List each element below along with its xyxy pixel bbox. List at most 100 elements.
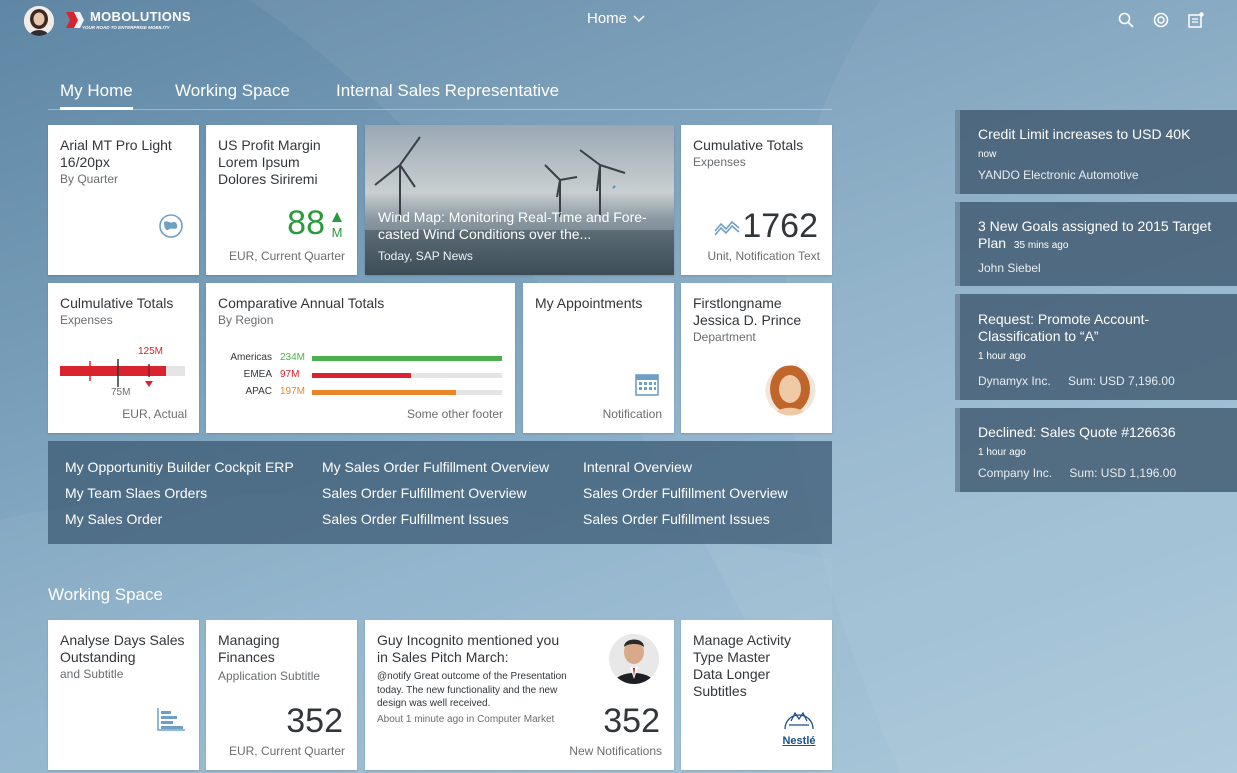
notification-from: Company Inc. [978,466,1053,480]
tile-wind-map-news[interactable]: Wind Map: Monitoring Real-Time and Fore-… [365,125,674,275]
notification-time: 1 hour ago [978,351,1026,362]
tile-footer: EUR, Actual [122,407,187,421]
kpi-unit: M [331,225,343,240]
comparison-track [312,373,502,378]
kpi-value: 352 [603,702,660,740]
bullet-actual-label: 75M [111,387,131,398]
link-sales-order-fulfillment-issues-2[interactable]: Sales Order Fulfillment Issues [583,511,770,527]
tab-internal-sales-representative[interactable]: Internal Sales Representative [336,81,559,101]
contact-name: Firstlongname Jessica D. Prince [693,295,802,328]
tile-footer: Some other footer [406,407,503,421]
notification-title: Request: Promote Account-Classification … [978,311,1150,344]
tab-my-home[interactable]: My Home [60,81,133,110]
bar-chart-icon [157,708,185,731]
search-icon[interactable] [1117,11,1135,29]
bullet-target-label: 125M [138,346,164,357]
news-footer: Today, SAP News [378,249,473,263]
tile-manage-activity-type[interactable]: Manage Activity Type Master Data Longer … [681,620,832,770]
feed-meta: About 1 minute ago in Computer Market [377,714,555,725]
link-team-sales-orders[interactable]: My Team Slaes Orders [65,485,207,501]
tile-title: Arial MT Pro Light 16/20px [60,137,172,170]
line-chart-icon [714,220,740,236]
tile-comparative-annual-totals[interactable]: Comparative Annual Totals By Region Amer… [206,283,515,433]
tile-analyse-days-sales[interactable]: Analyse Days Sales Outstanding and Subti… [48,620,199,770]
user-avatar[interactable] [24,6,54,36]
tile-title: Cumulative Totals [693,137,804,153]
comparison-bar [312,356,502,361]
tile-title: Manage Activity Type Master Data Longer … [693,632,792,699]
notification-card[interactable]: Declined: Sales Quote #126636 1 hour ago… [955,408,1237,492]
tile-subtitle: By Region [218,313,274,327]
notification-card[interactable]: Request: Promote Account-Classification … [955,294,1237,400]
link-opportunity-builder[interactable]: My Opportunitiy Builder Cockpit ERP [65,459,294,475]
notifications-icon[interactable] [1187,11,1205,29]
tile-managing-finances[interactable]: Managing Finances Application Subtitle 3… [206,620,357,770]
comparison-row: APAC 197M [218,386,503,403]
calendar-icon [635,374,659,396]
tile-footer: EUR, Current Quarter [228,249,345,263]
link-my-sales-order[interactable]: My Sales Order [65,511,162,527]
notification-card[interactable]: Credit Limit increases to USD 40K now YA… [955,110,1237,194]
link-sales-order-fulfillment-overview[interactable]: Sales Order Fulfillment Overview [322,485,527,501]
nestle-logo-text: Nestlé [782,735,816,747]
tile-arial-mt[interactable]: Arial MT Pro Light 16/20px By Quarter [48,125,199,275]
tile-my-appointments[interactable]: My Appointments Notification [523,283,674,433]
comparison-bar [312,390,457,395]
link-sales-order-fulfillment-overview-2[interactable]: Sales Order Fulfillment Overview [583,485,788,501]
notification-time: 1 hour ago [978,447,1026,458]
brand-name: MOBOLUTIONS [90,9,191,24]
notification-from: John Siebel [978,261,1041,275]
notification-title: Credit Limit increases to USD 40K [978,126,1191,142]
notification-time: 35 mins ago [1013,240,1069,251]
kpi-value: 88 [287,204,325,242]
contact-department: Department [693,330,756,344]
comparison-value: 197M [280,386,306,397]
tile-contact-card[interactable]: Firstlongname Jessica D. Prince Departme… [681,283,832,433]
tile-footer: Notification [602,407,662,421]
tile-title: Culmulative Totals [60,295,174,311]
tile-footer: New Notifications [569,744,662,758]
tile-title: US Profit Margin Lorem Ipsum Dolores Sir… [218,137,321,187]
link-sales-order-fulfillment-issues[interactable]: Sales Order Fulfillment Issues [322,511,509,527]
feed-title: Guy Incognito mentioned you in Sales Pit… [377,632,560,665]
tile-subtitle: Expenses [693,155,746,169]
copilot-icon[interactable] [1152,11,1170,29]
tile-footer: Unit, Notification Text [707,249,821,263]
tile-culmulative-totals-bullet[interactable]: Culmulative Totals Expenses 125M 75M EUR… [48,283,199,433]
comparison-label: EMEA [243,369,272,380]
tile-mention-feed[interactable]: Guy Incognito mentioned you in Sales Pit… [365,620,674,770]
comparison-chart: Americas 234M EMEA 97M APAC 197M [218,352,503,403]
tile-title: Managing Finances [218,632,280,665]
notification-from: Dynamyx Inc. [978,374,1051,388]
tile-title: Comparative Annual Totals [218,295,385,311]
nestle-logo: Nestlé [780,709,818,747]
kpi-value: 1762 [742,207,818,245]
home-menu-button[interactable]: Home [587,10,645,27]
news-title: Wind Map: Monitoring Real-Time and Fore-… [378,209,647,242]
notification-title: 3 New Goals assigned to 2015 Target Plan [978,218,1212,251]
tab-bar: My Home Working Space Internal Sales Rep… [48,78,832,110]
tile-subtitle: and Subtitle [60,667,124,681]
tile-us-profit-margin[interactable]: US Profit Margin Lorem Ipsum Dolores Sir… [206,125,357,275]
contact-avatar [765,365,816,416]
link-internal-overview[interactable]: Intenral Overview [583,459,692,475]
trend-up-icon [332,212,342,222]
tile-footer: EUR, Current Quarter [228,744,345,758]
quick-links-panel: My Opportunitiy Builder Cockpit ERP My T… [48,441,832,544]
comparison-track [312,356,502,361]
comparison-bar [312,373,411,378]
notification-card[interactable]: 3 New Goals assigned to 2015 Target Plan… [955,202,1237,286]
globe-icon [159,214,183,238]
tile-title: My Appointments [535,295,643,311]
tile-cumulative-totals[interactable]: Cumulative Totals Expenses 1762 Unit, No… [681,125,832,275]
tile-subtitle: Expenses [60,313,113,327]
comparison-value: 234M [280,352,306,363]
chevron-down-icon [633,14,645,22]
link-my-sales-order-fulfillment-overview[interactable]: My Sales Order Fulfillment Overview [322,459,549,475]
notification-from: YANDO Electronic Automotive [978,168,1139,182]
section-title-working-space: Working Space [48,585,163,604]
tab-working-space[interactable]: Working Space [175,81,290,101]
notification-sum: Sum: USD 1,196.00 [1069,466,1177,480]
comparison-label: Americas [230,352,272,363]
mobolutions-logo: MOBOLUTIONS YOUR ROAD TO ENTERPRISE MOBI… [66,8,216,34]
